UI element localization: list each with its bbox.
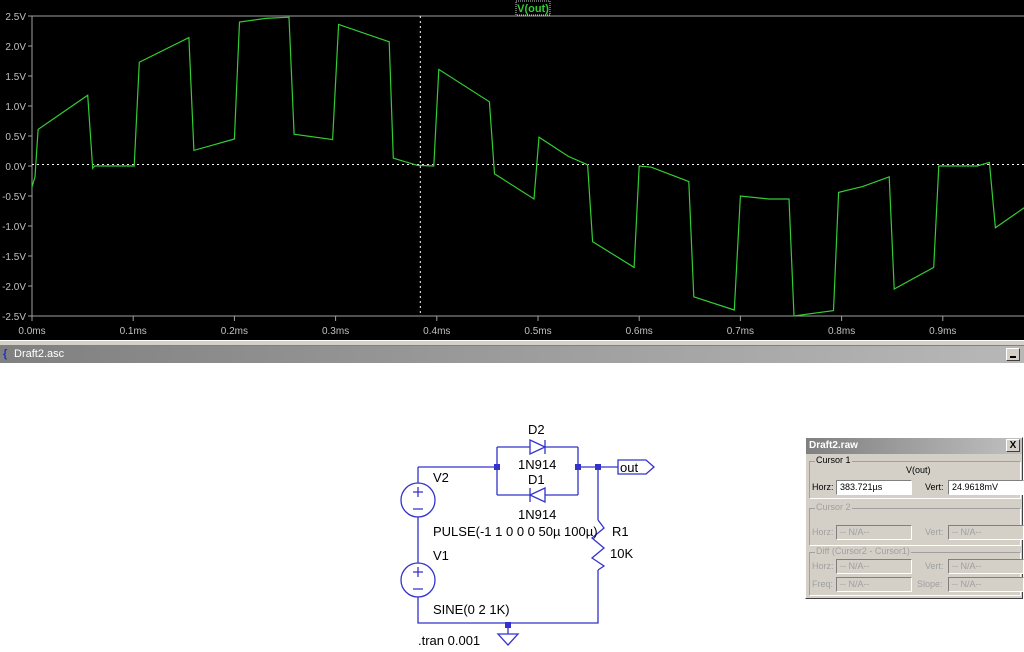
cursor1-group: Cursor 1 V(out) Horz: 383.721µs Vert: 24… (809, 455, 1024, 499)
d1-model[interactable]: 1N914 (518, 507, 556, 522)
diode-d2-symbol[interactable] (529, 438, 547, 456)
y-tick-label: 0.5V (5, 132, 26, 143)
x-tick-label: 0.0ms (18, 326, 45, 337)
cursor2-label: Cursor 2 (815, 502, 852, 512)
cursor1-trace: V(out) (906, 465, 931, 475)
diff-slope-field: -- N/A-- (948, 577, 1024, 592)
d2-model[interactable]: 1N914 (518, 457, 556, 472)
diode-d1-symbol[interactable] (528, 486, 546, 504)
schematic-window-title: Draft2.asc (14, 348, 65, 360)
x-tick-label: 0.3ms (322, 326, 349, 337)
diff-vert-field: -- N/A-- (948, 559, 1024, 574)
cursor1-vert-label: Vert: (925, 482, 944, 492)
cursor1-label: Cursor 1 (815, 455, 852, 465)
cursor2-horz-field: -- N/A-- (836, 525, 912, 540)
cursor2-vert-field: -- N/A-- (948, 525, 1024, 540)
y-tick-label: -1.0V (2, 222, 26, 233)
waveform-chart[interactable]: 2.5V 2.0V 1.5V 1.0V 0.5V 0.0V -0.5V -1.0V -1.5V -… (0, 0, 1024, 340)
diff-label: Diff (Cursor2 - Cursor1) (815, 546, 911, 556)
y-tick-label: 1.5V (5, 72, 26, 83)
x-tick-label: 0.5ms (524, 326, 551, 337)
x-tick-label: 0.8ms (828, 326, 855, 337)
v2-name[interactable]: V2 (433, 470, 449, 485)
y-tick-label: 2.5V (5, 12, 26, 23)
waveform-plot-window[interactable]: 2.5V 2.0V 1.5V 1.0V 0.5V 0.0V -0.5V -1.0V -1.5V -… (0, 0, 1024, 340)
cursor2-vert-label: Vert: (925, 527, 944, 537)
diff-vert-label: Vert: (925, 561, 944, 571)
x-tick-label: 0.9ms (929, 326, 956, 337)
junction-dots (494, 464, 601, 628)
ground-symbol (496, 626, 520, 646)
y-tick-label: 0.0V (5, 162, 26, 173)
d2-name[interactable]: D2 (528, 422, 545, 437)
diff-horz-label: Horz: (812, 561, 834, 571)
close-button[interactable]: X (1006, 439, 1020, 452)
v1-value[interactable]: SINE(0 2 1K) (433, 602, 510, 617)
y-tick-label: -0.5V (2, 192, 26, 203)
diff-freq-label: Freq: (812, 579, 834, 589)
net-label-out[interactable]: out (620, 460, 638, 475)
trace-label[interactable]: V(out) (517, 3, 549, 15)
y-tick-label: 1.0V (5, 102, 26, 113)
diff-horz-field: -- N/A-- (836, 559, 912, 574)
x-tick-label: 0.6ms (626, 326, 653, 337)
schematic-title-bar[interactable]: { Draft2.asc (0, 346, 1024, 363)
schematic-icon: { (3, 348, 8, 360)
y-tick-label: -2.5V (2, 312, 26, 323)
voltage-source-v1-symbol[interactable] (400, 562, 436, 598)
voltage-source-v2-symbol[interactable] (400, 482, 436, 518)
minimize-button[interactable] (1006, 348, 1020, 361)
v2-value[interactable]: PULSE(-1 1 0 0 0 50µ 100µ) (433, 524, 598, 539)
diff-slope-label: Slope: (917, 579, 943, 589)
cursor-dialog[interactable]: Draft2.raw X Cursor 1 V(out) Horz: 383.7… (805, 437, 1024, 599)
cursor1-vert-field[interactable]: 24.9618mV (948, 480, 1024, 495)
series-line-vout (31, 16, 1024, 317)
cursor-dialog-title-bar[interactable]: Draft2.raw X (806, 438, 1022, 454)
y-tick-label: 2.0V (5, 42, 26, 53)
y-tick-label: -1.5V (2, 252, 26, 263)
x-tick-label: 0.1ms (120, 326, 147, 337)
r1-value[interactable]: 10K (610, 546, 633, 561)
r1-name[interactable]: R1 (612, 524, 629, 539)
cursor1-horz-field[interactable]: 383.721µs (836, 480, 912, 495)
cursor-dialog-title: Draft2.raw (809, 440, 858, 451)
tran-directive[interactable]: .tran 0.001 (418, 633, 480, 648)
v1-name[interactable]: V1 (433, 548, 449, 563)
diff-group: Diff (Cursor2 - Cursor1) Horz: -- N/A-- … (809, 546, 1024, 596)
cursor2-group: Cursor 2 Horz: -- N/A-- Vert: -- N/A-- (809, 502, 1024, 546)
d1-name[interactable]: D1 (528, 472, 545, 487)
cursor2-horz-label: Horz: (812, 527, 834, 537)
y-tick-label: -2.0V (2, 282, 26, 293)
x-tick-label: 0.4ms (423, 326, 450, 337)
cursor1-horz-label: Horz: (812, 482, 834, 492)
x-tick-label: 0.7ms (727, 326, 754, 337)
x-tick-label: 0.2ms (221, 326, 248, 337)
diff-freq-field: -- N/A-- (836, 577, 912, 592)
